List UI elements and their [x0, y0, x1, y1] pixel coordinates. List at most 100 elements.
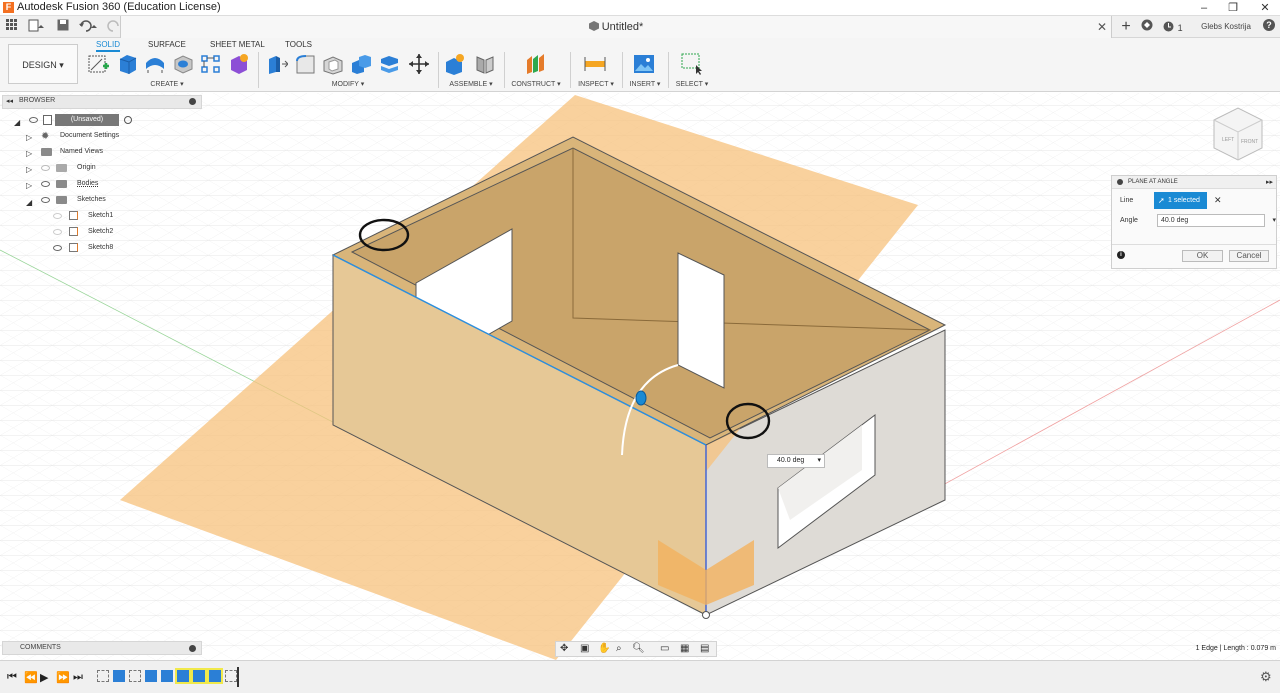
- measure-icon[interactable]: [584, 53, 606, 75]
- clear-selection-button[interactable]: ✕: [1214, 195, 1222, 206]
- tree-item-sketch1[interactable]: Sketch1: [52, 209, 192, 223]
- timeline-highlighted-item[interactable]: [191, 668, 207, 684]
- timeline-highlighted-item[interactable]: [175, 668, 191, 684]
- collapse-arrow-icon[interactable]: ◢: [14, 116, 20, 130]
- cancel-button[interactable]: Cancel: [1229, 250, 1269, 262]
- tab-tools[interactable]: TOOLS: [285, 40, 312, 49]
- new-component-icon[interactable]: [444, 53, 466, 75]
- combine-icon[interactable]: [350, 53, 372, 75]
- tab-sheet-metal[interactable]: SHEET METAL: [210, 40, 265, 49]
- tree-item-sketch2[interactable]: Sketch2: [52, 225, 192, 239]
- shell-icon[interactable]: [322, 53, 344, 75]
- joint-icon[interactable]: [474, 53, 496, 75]
- chevron-down-icon[interactable]: ▾: [1272, 215, 1276, 226]
- step-forward-icon[interactable]: ⏩: [56, 671, 70, 684]
- line-selection-button[interactable]: ➚ 1 selected: [1154, 192, 1207, 209]
- angle-manipulator-handle[interactable]: [635, 390, 647, 406]
- pan-hand-icon[interactable]: ✋: [598, 643, 610, 654]
- tree-item-named-views[interactable]: ▷ Named Views: [26, 145, 196, 159]
- expand-arrow-icon[interactable]: ▷: [26, 163, 32, 177]
- timeline-extrude-item[interactable]: [113, 670, 125, 682]
- tab-surface[interactable]: SURFACE: [148, 40, 186, 49]
- create-menu[interactable]: CREATE ▾: [145, 80, 189, 88]
- construct-menu[interactable]: CONSTRUCT ▾: [511, 80, 561, 88]
- create-form-icon[interactable]: [228, 53, 250, 75]
- display-settings-icon[interactable]: ▭: [660, 643, 669, 654]
- press-pull-icon[interactable]: [266, 53, 289, 75]
- visibility-eye-icon[interactable]: [53, 229, 62, 235]
- orbit-icon[interactable]: ✥: [560, 643, 568, 654]
- look-at-icon[interactable]: ▣: [580, 643, 589, 654]
- expand-arrow-icon[interactable]: ▷: [26, 131, 32, 145]
- offset-plane-icon[interactable]: [524, 53, 546, 75]
- dialog-header[interactable]: PLANE AT ANGLE ▸▸: [1112, 176, 1276, 189]
- file-menu-icon[interactable]: [28, 19, 46, 35]
- pattern-icon[interactable]: [200, 53, 222, 75]
- collapse-arrow-icon[interactable]: ◢: [26, 196, 32, 210]
- split-body-icon[interactable]: [378, 53, 400, 75]
- timeline-sketch-item[interactable]: [225, 670, 237, 682]
- hole-icon[interactable]: [172, 53, 194, 75]
- document-tab[interactable]: Untitled* ✕: [120, 16, 1112, 38]
- comments-pin-icon[interactable]: [189, 645, 196, 652]
- close-window-button[interactable]: ✕: [1250, 0, 1280, 16]
- fillet-icon[interactable]: [294, 53, 316, 75]
- extrude-icon[interactable]: [116, 53, 138, 75]
- visibility-eye-icon[interactable]: [53, 245, 62, 251]
- close-tab-button[interactable]: ✕: [1097, 20, 1107, 34]
- tree-item-sketches[interactable]: ◢ Sketches: [26, 193, 196, 207]
- browser-panel-header[interactable]: ◂◂ BROWSER: [2, 95, 202, 109]
- grid-settings-icon[interactable]: ▦: [680, 643, 689, 654]
- visibility-eye-icon[interactable]: [41, 165, 50, 171]
- new-tab-button[interactable]: +: [1119, 19, 1133, 35]
- go-to-start-icon[interactable]: ⏮: [7, 671, 17, 684]
- minimize-button[interactable]: –: [1189, 0, 1219, 16]
- move-copy-icon[interactable]: [408, 53, 430, 75]
- restore-button[interactable]: ❐: [1218, 0, 1248, 16]
- angle-input[interactable]: 40.0 deg ▾: [1157, 214, 1276, 227]
- timeline-extrude-item[interactable]: [145, 670, 157, 682]
- timeline-marker[interactable]: [237, 667, 239, 687]
- viewports-icon[interactable]: ▤: [700, 643, 709, 654]
- inspect-menu[interactable]: INSPECT ▾: [576, 80, 616, 88]
- expand-arrow-icon[interactable]: ▷: [26, 147, 32, 161]
- visibility-eye-icon[interactable]: [29, 117, 38, 123]
- visibility-eye-icon[interactable]: [53, 213, 62, 219]
- go-to-end-icon[interactable]: ⏭: [73, 671, 83, 684]
- job-status[interactable]: 1: [1162, 19, 1184, 35]
- zoom-window-icon[interactable]: ⌕: [616, 643, 622, 654]
- grid-menu-icon[interactable]: [6, 19, 18, 35]
- help-button[interactable]: ?: [1263, 19, 1275, 35]
- assemble-menu[interactable]: ASSEMBLE ▾: [447, 80, 495, 88]
- comments-panel-header[interactable]: COMMENTS: [2, 641, 202, 655]
- timeline-highlighted-item[interactable]: [207, 668, 223, 684]
- user-account[interactable]: Glebs Kostrija: [1200, 19, 1252, 35]
- select-window-icon[interactable]: [681, 53, 703, 75]
- timeline-sketch-item[interactable]: [97, 670, 109, 682]
- tree-item-bodies[interactable]: ▷ Bodies: [26, 177, 196, 191]
- tab-solid[interactable]: SOLID: [96, 40, 121, 52]
- visibility-eye-icon[interactable]: [41, 181, 50, 187]
- tree-item-origin[interactable]: ▷ Origin: [26, 161, 196, 175]
- extensions-icon[interactable]: [1141, 19, 1153, 35]
- tree-item-root[interactable]: ◢ (Unsaved): [12, 113, 202, 127]
- revolve-icon[interactable]: [144, 53, 166, 75]
- browser-pin-icon[interactable]: [189, 98, 196, 105]
- angle-value-tooltip[interactable]: 40.0 deg ▾: [767, 454, 825, 468]
- info-icon[interactable]: i: [1117, 251, 1125, 259]
- zoom-icon[interactable]: 🔍︎: [632, 643, 645, 654]
- workspace-switcher[interactable]: DESIGN ▾: [8, 44, 78, 84]
- expand-arrow-icon[interactable]: ▷: [26, 179, 32, 193]
- save-icon[interactable]: [56, 19, 70, 35]
- timeline-sketch-item[interactable]: [129, 670, 141, 682]
- insert-image-icon[interactable]: [633, 53, 655, 75]
- undo-icon[interactable]: [78, 19, 100, 35]
- step-back-icon[interactable]: ⏪: [24, 671, 38, 684]
- select-menu[interactable]: SELECT ▾: [674, 80, 710, 88]
- collapse-arrows-icon[interactable]: ◂◂: [6, 97, 13, 105]
- visibility-eye-icon[interactable]: [41, 197, 50, 203]
- expand-dialog-icon[interactable]: ▸▸: [1266, 176, 1273, 189]
- insert-menu[interactable]: INSERT ▾: [628, 80, 662, 88]
- play-icon[interactable]: ▶: [40, 671, 48, 684]
- modify-menu[interactable]: MODIFY ▾: [326, 80, 370, 88]
